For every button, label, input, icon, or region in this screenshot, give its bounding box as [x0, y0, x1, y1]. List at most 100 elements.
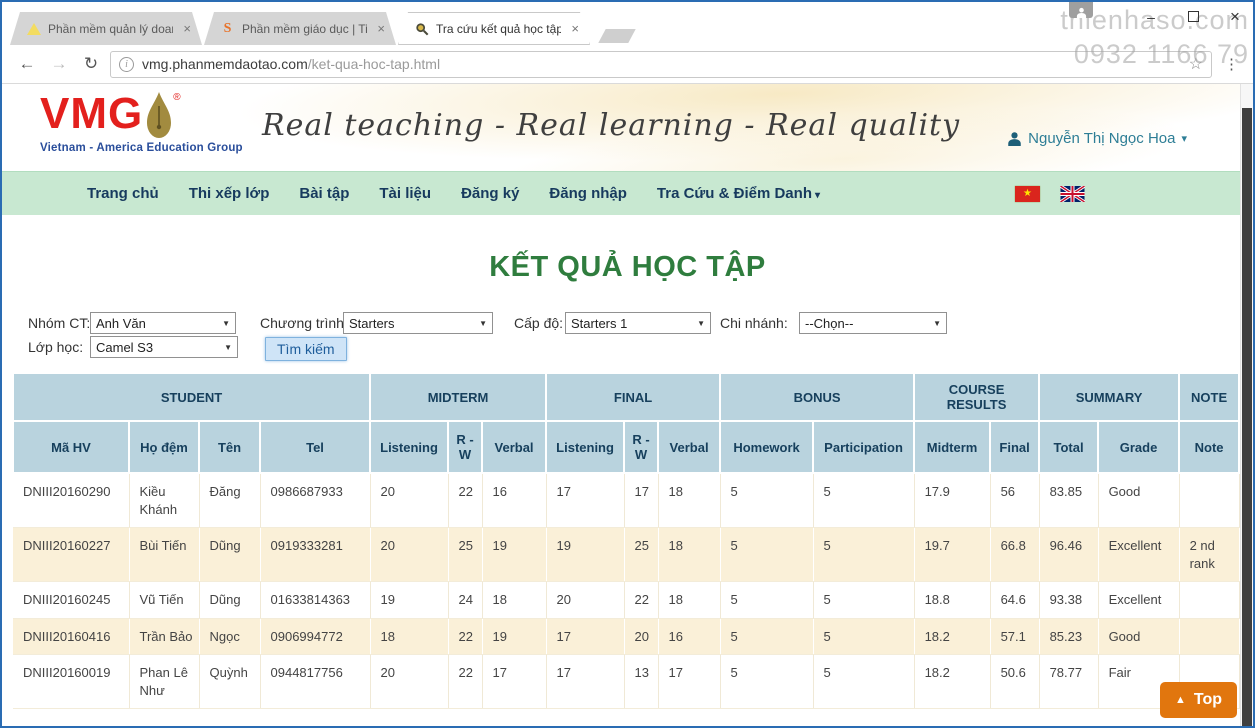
table-cell: 17 — [658, 655, 720, 709]
column-group-header: FINAL — [546, 373, 720, 421]
table-cell: 19 — [482, 618, 546, 655]
column-group-header: MIDTERM — [370, 373, 546, 421]
column-header: Homework — [720, 421, 813, 473]
logo-text: VMG — [40, 92, 143, 136]
table-cell: 20 — [370, 655, 448, 709]
table-cell: 17 — [546, 473, 624, 528]
table-cell: 64.6 — [990, 582, 1039, 619]
back-to-top-button[interactable]: ▲ Top — [1160, 682, 1237, 718]
tab-close-icon[interactable]: × — [568, 21, 582, 36]
nav-item[interactable]: Đăng nhập — [534, 185, 642, 202]
table-cell: 5 — [813, 582, 914, 619]
tab-close-icon[interactable]: × — [374, 21, 388, 36]
table-cell: Đăng — [199, 473, 260, 528]
table-cell: 93.38 — [1039, 582, 1098, 619]
table-cell: 5 — [813, 618, 914, 655]
close-button[interactable]: × — [1227, 8, 1243, 26]
table-cell: 18 — [370, 618, 448, 655]
cap-do-select[interactable]: Starters 1▼ — [565, 312, 711, 334]
table-cell: 5 — [720, 528, 813, 582]
address-bar[interactable]: i vmg.phanmemdaotao.com/ket-qua-hoc-tap.… — [110, 51, 1212, 78]
table-cell: 5 — [813, 528, 914, 582]
table-cell: 20 — [546, 582, 624, 619]
browser-tab-active[interactable]: Tra cứu kết quả học tập × — [398, 12, 590, 45]
user-menu[interactable]: Nguyễn Thị Ngọc Hoa ▾ — [1007, 130, 1187, 147]
table-cell: 19 — [546, 528, 624, 582]
chevron-down-icon: ▾ — [815, 190, 820, 201]
vmg-logo[interactable]: VMG ® Vietnam - America Education Group — [40, 92, 243, 154]
vietnam-flag-icon[interactable]: ★ — [1015, 186, 1040, 202]
table-header-row: Mã HVHọ đệmTênTelListeningR - WVerbalLis… — [13, 421, 1239, 473]
site-header: VMG ® Vietnam - America Education Group … — [2, 84, 1253, 171]
search-button[interactable]: Tìm kiếm — [265, 337, 347, 361]
maximize-button[interactable] — [1188, 11, 1199, 22]
column-header: Total — [1039, 421, 1098, 473]
minimize-button[interactable]: – — [1143, 8, 1159, 26]
chi-nhanh-select[interactable]: --Chọn--▼ — [799, 312, 947, 334]
tab-close-icon[interactable]: × — [180, 21, 194, 36]
nav-item[interactable]: Tài liệu — [364, 185, 446, 202]
table-cell: 0919333281 — [260, 528, 370, 582]
reload-button[interactable]: ↻ — [78, 54, 104, 74]
table-cell: 17 — [624, 473, 658, 528]
table-cell: Trần Bảo — [129, 618, 199, 655]
new-tab-button[interactable] — [598, 29, 635, 43]
results-table: STUDENTMIDTERMFINALBONUSCOURSE RESULTSSU… — [12, 372, 1240, 709]
page-info-icon[interactable]: i — [119, 57, 134, 72]
select-arrow-icon: ▼ — [479, 319, 487, 328]
page-scrollbar[interactable] — [1240, 84, 1253, 726]
back-button[interactable]: ← — [14, 54, 40, 74]
nav-item[interactable]: Tra Cứu & Điểm Danh▾ — [642, 185, 835, 202]
column-header: Verbal — [482, 421, 546, 473]
column-header: Final — [990, 421, 1039, 473]
nav-item[interactable]: Trang chủ — [72, 185, 174, 202]
browser-tab-2[interactable]: S Phần mềm giáo dục | Tiế × — [204, 12, 396, 45]
nhom-ct-select[interactable]: Anh Văn▼ — [90, 312, 236, 334]
uk-flag-icon[interactable] — [1060, 186, 1085, 202]
nav-item[interactable]: Thi xếp lớp — [174, 185, 285, 202]
table-cell: 0944817756 — [260, 655, 370, 709]
table-cell: 56 — [990, 473, 1039, 528]
chuong-trinh-select[interactable]: Starters▼ — [343, 312, 493, 334]
table-cell: 5 — [720, 582, 813, 619]
column-header: Mã HV — [13, 421, 129, 473]
url-host: vmg.phanmemdaotao.com — [142, 56, 308, 72]
table-cell: 66.8 — [990, 528, 1039, 582]
table-cell: 20 — [624, 618, 658, 655]
nav-item[interactable]: Đăng ký — [446, 185, 534, 202]
table-cell: 18 — [658, 582, 720, 619]
scrollbar-thumb[interactable] — [1242, 108, 1252, 726]
table-cell: 2 nd rank — [1179, 528, 1239, 582]
column-header: Listening — [370, 421, 448, 473]
web-page: VMG ® Vietnam - America Education Group … — [2, 84, 1253, 726]
forward-button[interactable]: → — [46, 54, 72, 74]
up-arrow-icon: ▲ — [1175, 694, 1186, 706]
table-cell: 18 — [482, 582, 546, 619]
table-cell: Ngọc — [199, 618, 260, 655]
table-cell: 5 — [720, 618, 813, 655]
browser-tab-1[interactable]: Phần mềm quản lý doanh × — [10, 12, 202, 45]
tab-title: Tra cứu kết quả học tập — [436, 22, 561, 36]
browser-toolbar: ← → ↻ i vmg.phanmemdaotao.com/ket-qua-ho… — [2, 45, 1253, 84]
browser-menu-icon[interactable]: ⋮ — [1218, 55, 1245, 73]
page-title: KẾT QUẢ HỌC TẬP — [2, 251, 1253, 284]
nav-item[interactable]: Bài tập — [284, 185, 364, 202]
table-cell: Bùi Tiến — [129, 528, 199, 582]
column-group-header: SUMMARY — [1039, 373, 1179, 421]
table-cell — [1179, 618, 1239, 655]
table-cell: 24 — [448, 582, 482, 619]
registered-mark: ® — [173, 92, 180, 103]
table-cell: 17 — [546, 655, 624, 709]
chi-nhanh-label: Chi nhánh: — [720, 315, 788, 331]
nhom-ct-label: Nhóm CT: — [28, 315, 90, 331]
main-nav: Trang chủThi xếp lớpBài tậpTài liệuĐăng … — [2, 171, 1253, 215]
lop-hoc-select[interactable]: Camel S3▼ — [90, 336, 238, 358]
table-cell: 20 — [370, 528, 448, 582]
table-cell: 0986687933 — [260, 473, 370, 528]
table-cell — [1179, 582, 1239, 619]
table-cell: 13 — [624, 655, 658, 709]
table-cell: 18.2 — [914, 618, 990, 655]
bookmark-star-icon[interactable]: ☆ — [1189, 54, 1203, 74]
profile-avatar[interactable] — [1069, 2, 1093, 18]
table-cell: 83.85 — [1039, 473, 1098, 528]
